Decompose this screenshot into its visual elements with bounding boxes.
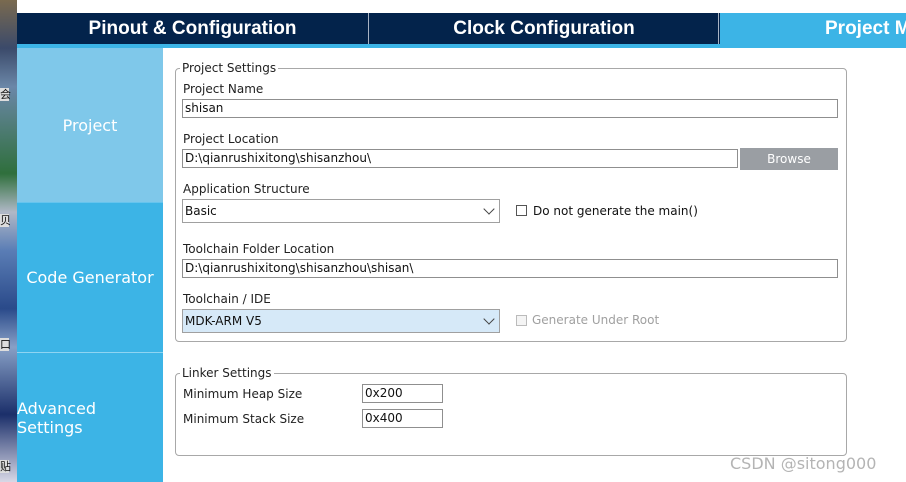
project-name-input[interactable]: shisan: [182, 99, 838, 118]
tab-pinout-configuration[interactable]: Pinout & Configuration: [17, 13, 369, 44]
toolchain-ide-label: Toolchain / IDE: [183, 292, 271, 306]
toolchain-ide-select[interactable]: MDK-ARM V5: [182, 309, 500, 333]
chevron-down-icon: [483, 313, 495, 325]
toolchain-folder-input[interactable]: D:\qianrushixitong\shisanzhou\shisan\: [182, 259, 838, 278]
application-structure-select[interactable]: Basic: [182, 199, 500, 223]
do-not-generate-main-checkbox[interactable]: [516, 205, 527, 216]
desktop-background-strip: 会 贝 口 贴: [0, 0, 17, 482]
minimum-stack-size-input[interactable]: 0x400: [362, 409, 443, 428]
generate-under-root-checkbox[interactable]: [516, 315, 527, 326]
toolchain-ide-value: MDK-ARM V5: [185, 314, 262, 328]
desktop-glyph: 贴: [0, 460, 11, 473]
desktop-glyph: 口: [0, 338, 11, 351]
generate-under-root-label: Generate Under Root: [532, 313, 660, 327]
minimum-heap-size-input[interactable]: 0x200: [362, 384, 443, 403]
tab-clock-configuration[interactable]: Clock Configuration: [370, 13, 719, 44]
sidebar-item-advanced-settings[interactable]: Advanced Settings: [17, 352, 163, 482]
project-manager-sidebar: Project Code Generator Advanced Settings: [17, 48, 163, 482]
application-structure-label: Application Structure: [183, 182, 310, 196]
chevron-down-icon: [483, 203, 495, 215]
do-not-generate-main-label: Do not generate the main(): [533, 204, 698, 218]
desktop-glyph: 贝: [0, 214, 11, 227]
sidebar-item-project[interactable]: Project: [17, 48, 163, 202]
tab-project-manager[interactable]: Project M: [720, 13, 906, 44]
project-name-label: Project Name: [183, 82, 264, 96]
minimum-stack-size-label: Minimum Stack Size: [183, 412, 305, 426]
watermark-text: CSDN @sitong000: [730, 454, 877, 473]
window-top-edge: [17, 0, 906, 13]
desktop-glyph: 会: [0, 88, 11, 101]
project-settings-legend: Project Settings: [180, 60, 279, 76]
linker-settings-legend: Linker Settings: [180, 365, 274, 381]
minimum-heap-size-label: Minimum Heap Size: [183, 387, 303, 401]
toolchain-folder-label: Toolchain Folder Location: [183, 242, 335, 256]
sidebar-item-code-generator[interactable]: Code Generator: [17, 202, 163, 352]
project-location-input[interactable]: D:\qianrushixitong\shisanzhou\: [182, 149, 738, 168]
browse-button[interactable]: Browse: [740, 148, 838, 170]
project-location-label: Project Location: [183, 132, 279, 146]
application-structure-value: Basic: [185, 204, 217, 218]
